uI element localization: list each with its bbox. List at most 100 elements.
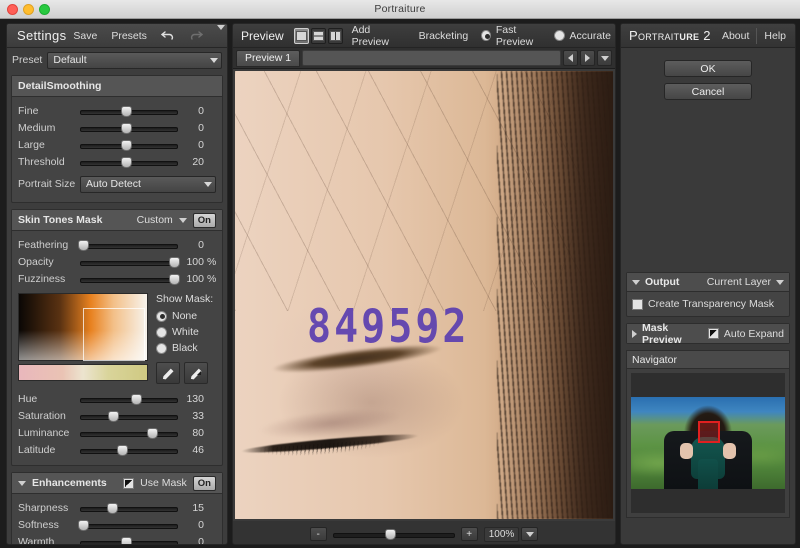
slider-sharpness[interactable]: Sharpness 15	[18, 499, 216, 516]
preview-image[interactable]: 849592 POCO 摄影专题 http://photo.poco.cn/	[235, 71, 613, 519]
slider-knob[interactable]	[77, 519, 89, 531]
skin-tones-mask-header[interactable]: Skin Tones Mask Custom On	[12, 210, 222, 231]
slider-track[interactable]	[80, 104, 178, 118]
add-preview-button[interactable]: Add Preview	[345, 24, 410, 50]
save-button[interactable]: Save	[66, 28, 104, 44]
slider-saturation[interactable]: Saturation 33	[18, 407, 216, 424]
slider-large[interactable]: Large 0	[18, 136, 216, 153]
slider-knob[interactable]	[121, 122, 133, 134]
tab-menu-icon[interactable]	[597, 50, 612, 66]
split-vertical-icon[interactable]	[327, 27, 343, 44]
minimize-button[interactable]	[23, 4, 34, 15]
undo-icon[interactable]	[154, 27, 182, 45]
slider-track[interactable]	[80, 443, 178, 457]
chevron-right-icon[interactable]	[580, 50, 595, 66]
slider-knob[interactable]	[107, 502, 119, 514]
zoom-in-button[interactable]: +	[460, 527, 478, 541]
preview-tab-1[interactable]: Preview 1	[236, 49, 301, 67]
zoom-slider-knob[interactable]	[385, 529, 397, 540]
slider-softness[interactable]: Softness 0	[18, 516, 216, 533]
slider-track[interactable]	[80, 392, 178, 406]
chevron-down-icon[interactable]	[178, 217, 187, 223]
chevron-right-icon[interactable]	[632, 329, 637, 338]
slider-knob[interactable]	[121, 536, 133, 544]
mask-preview-header[interactable]: Mask Preview Auto Expand	[627, 322, 789, 346]
enhancements-on-toggle[interactable]: On	[192, 475, 216, 491]
zoom-slider-track[interactable]	[332, 527, 455, 541]
about-button[interactable]: About	[715, 28, 756, 44]
help-button[interactable]: Help	[757, 28, 793, 44]
cancel-button[interactable]: Cancel	[664, 83, 752, 100]
ok-button[interactable]: OK	[664, 60, 752, 77]
slider-fuzziness[interactable]: Fuzziness 100 %	[18, 270, 216, 287]
close-button[interactable]	[7, 4, 18, 15]
slider-knob[interactable]	[130, 393, 142, 405]
portrait-size-select[interactable]: Auto Detect	[80, 175, 216, 193]
slider-track[interactable]	[80, 138, 178, 152]
mask-option-white[interactable]: White	[156, 324, 216, 340]
zoom-menu-icon[interactable]	[521, 527, 539, 541]
single-pane-icon[interactable]	[293, 27, 309, 44]
slider-knob[interactable]	[121, 156, 133, 168]
mask-option-black[interactable]: Black	[156, 340, 216, 356]
slider-knob[interactable]	[121, 139, 133, 151]
gradient-selection-rect[interactable]	[83, 308, 145, 361]
eyedropper-icon[interactable]	[156, 362, 180, 384]
chevron-down-icon[interactable]	[18, 480, 26, 486]
preset-select[interactable]: Default	[47, 51, 222, 69]
slider-track[interactable]	[80, 155, 178, 169]
slider-track[interactable]	[80, 255, 181, 269]
use-mask-checkbox[interactable]	[123, 477, 135, 489]
enhancements-header[interactable]: Enhancements Use Mask On	[12, 473, 222, 494]
quality-accurate[interactable]: Accurate	[553, 28, 611, 44]
navigator-thumbnail[interactable]	[631, 373, 785, 513]
skin-tones-preset-value[interactable]: Custom	[137, 214, 173, 226]
slider-knob[interactable]	[169, 273, 181, 285]
auto-expand-checkbox[interactable]	[707, 328, 719, 339]
slider-track[interactable]	[80, 272, 181, 286]
preview-stage[interactable]: 849592 POCO 摄影专题 http://photo.poco.cn/	[233, 69, 615, 521]
slider-hue[interactable]: Hue 130	[18, 390, 216, 407]
chevron-down-icon[interactable]	[632, 279, 640, 285]
presets-button[interactable]: Presets	[104, 28, 154, 44]
slider-track[interactable]	[80, 409, 178, 423]
slider-luminance[interactable]: Luminance 80	[18, 424, 216, 441]
split-horizontal-icon[interactable]	[310, 27, 326, 44]
bracketing-button[interactable]: Bracketing	[412, 28, 476, 44]
slider-track[interactable]	[80, 426, 178, 440]
mask-option-none[interactable]: None	[156, 308, 216, 324]
slider-track[interactable]	[77, 238, 178, 252]
slider-feathering[interactable]: Feathering 0	[18, 236, 216, 253]
create-transparency-mask-row[interactable]: Create Transparency Mask	[632, 296, 784, 312]
chevron-down-icon[interactable]	[776, 279, 784, 285]
window-controls[interactable]	[7, 4, 50, 15]
slider-track[interactable]	[80, 121, 178, 135]
transparency-mask-checkbox[interactable]	[632, 298, 643, 310]
detail-smoothing-header[interactable]: DetailSmoothing	[12, 76, 222, 97]
color-gradient-field[interactable]	[18, 293, 148, 361]
slider-knob[interactable]	[169, 256, 181, 268]
eyedropper-minus-icon[interactable]	[184, 362, 208, 384]
slider-knob[interactable]	[77, 239, 89, 251]
slider-opacity[interactable]: Opacity 100 %	[18, 253, 216, 270]
slider-track[interactable]	[80, 501, 178, 515]
navigator-viewport-rect[interactable]	[698, 421, 720, 443]
chevron-left-icon[interactable]	[563, 50, 578, 66]
output-header[interactable]: Output Current Layer	[627, 273, 789, 292]
slider-knob[interactable]	[117, 444, 129, 456]
zoom-out-button[interactable]: -	[309, 527, 327, 541]
skin-tones-on-toggle[interactable]: On	[192, 212, 216, 228]
quality-fast-preview[interactable]: Fast Preview	[481, 24, 547, 48]
zoom-level-group[interactable]: 100%	[483, 526, 539, 542]
slider-knob[interactable]	[121, 105, 133, 117]
slider-knob[interactable]	[108, 410, 120, 422]
maximize-button[interactable]	[39, 4, 50, 15]
slider-track[interactable]	[77, 518, 178, 532]
skin-tone-strip[interactable]	[18, 364, 148, 381]
zoom-level-value[interactable]: 100%	[483, 526, 520, 542]
slider-medium[interactable]: Medium 0	[18, 119, 216, 136]
slider-warmth[interactable]: Warmth 0	[18, 533, 216, 544]
settings-menu-icon[interactable]	[210, 24, 227, 44]
output-target-value[interactable]: Current Layer	[707, 276, 771, 288]
slider-latitude[interactable]: Latitude 46	[18, 441, 216, 458]
